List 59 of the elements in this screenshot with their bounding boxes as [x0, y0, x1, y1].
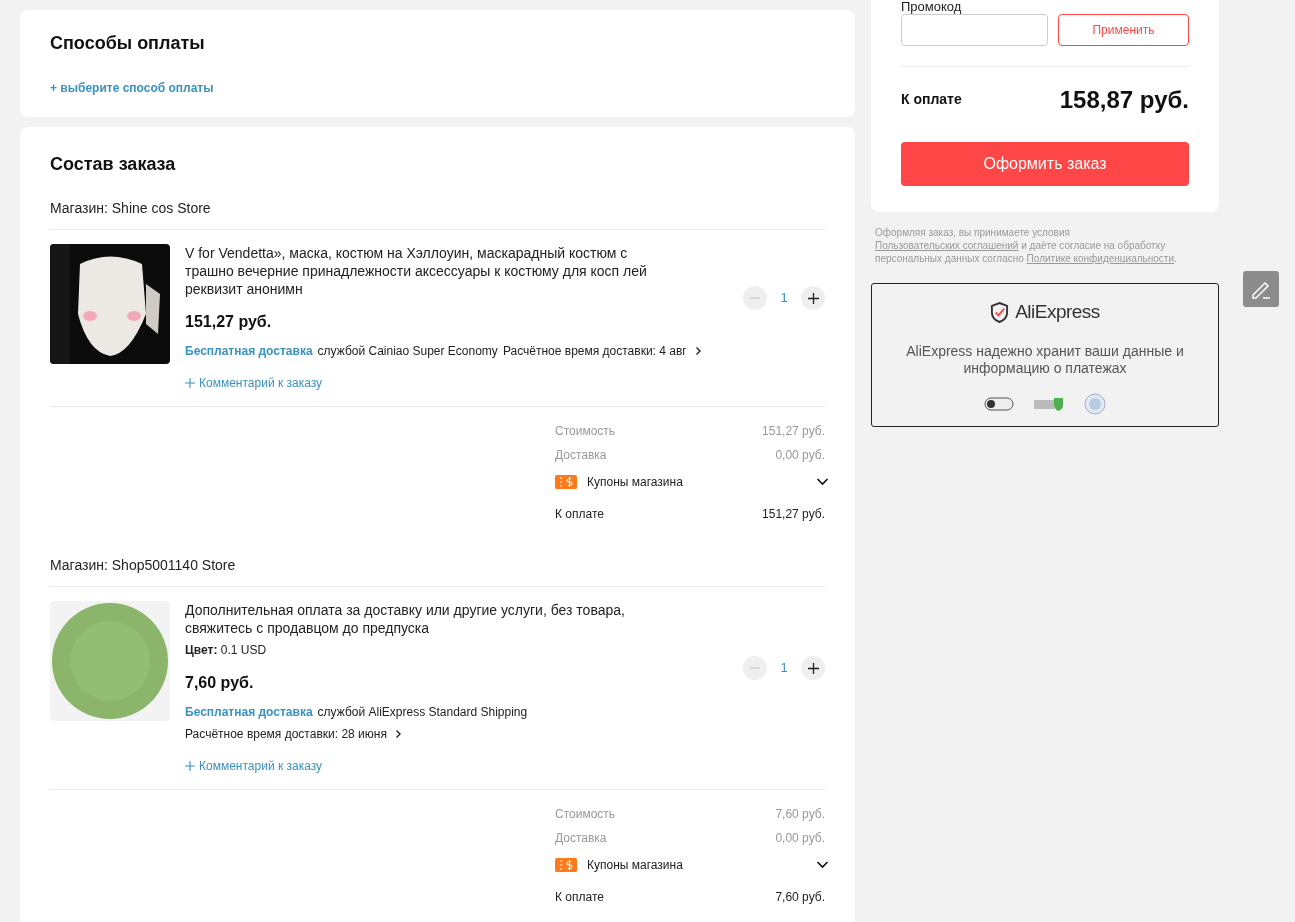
product-title[interactable]: V for Vendetta», маска, костюм на Хэллоуин, маскарадный костюм с трашно вечерние принадлежности аксессуары к костюму для косп лей реквизит анонимн	[185, 244, 665, 298]
select-payment-link[interactable]: + выберите способ оплаты	[50, 79, 214, 97]
cost-value: 151,27 руб.	[762, 423, 825, 440]
order-total-value: 7,60 руб.	[775, 889, 825, 906]
edit-button[interactable]	[1243, 271, 1279, 307]
product-option: Цвет: 0.1 USD	[185, 641, 743, 659]
plus-icon	[185, 378, 195, 388]
chevron-down-icon[interactable]	[816, 861, 829, 869]
shipping-label: Доставка	[555, 447, 607, 464]
order-total-label: К оплате	[555, 889, 604, 906]
apply-button[interactable]: Применить	[1058, 14, 1189, 46]
cost-label: Стоимость	[555, 806, 616, 823]
user-agreement-link[interactable]: Пользовательских соглашений	[875, 240, 1019, 251]
shipping-service: службой Cainiao Super Economy	[317, 343, 498, 360]
brand-name: AliExpress	[1015, 300, 1100, 324]
delivery-estimate[interactable]: Расчётное время доставки: 28 июня	[185, 725, 403, 743]
shipping-value: 0,00 руб.	[775, 447, 825, 464]
coupons-label[interactable]: Купоны магазина	[587, 473, 683, 491]
order-total-value: 151,27 руб.	[762, 506, 825, 523]
shipping-service: службой AliExpress Standard Shipping	[317, 704, 528, 721]
shield-badge-icon	[1034, 396, 1064, 411]
quantity-value: 1	[779, 289, 789, 308]
promo-field[interactable]	[901, 14, 1048, 46]
cost-value: 7,60 руб.	[775, 806, 825, 823]
product-title[interactable]: Дополнительная оплата за доставку или другие услуги, без товара, свяжитесь с продавцом до предпуска	[185, 601, 665, 637]
product-price: 151,27 руб.	[185, 312, 273, 332]
coupon-icon	[555, 858, 577, 872]
shield-check-icon	[990, 301, 1010, 323]
delivery-estimate[interactable]: Расчётное время доставки: 4 авг	[502, 342, 703, 360]
total-amount: 158,87 руб.	[1059, 84, 1189, 115]
order-total-label: К оплате	[555, 506, 604, 523]
section-title: Способы оплаты	[50, 32, 206, 55]
seal-icon	[1084, 392, 1106, 415]
order-comment-link[interactable]: Комментарий к заказу	[199, 757, 323, 775]
plus-icon	[185, 761, 195, 771]
product-price: 7,60 руб.	[185, 673, 255, 693]
coupon-icon	[555, 475, 577, 489]
badge-icon	[984, 396, 1014, 411]
section-title: Состав заказа	[50, 153, 177, 176]
increase-button[interactable]	[801, 286, 825, 310]
order-comment-link[interactable]: Комментарий к заказу	[199, 374, 323, 392]
store-name: Магазин: Shine cos Store	[50, 188, 825, 230]
plus-icon	[807, 662, 819, 674]
cost-label: Стоимость	[555, 423, 616, 440]
increase-button[interactable]	[801, 656, 825, 680]
checkout-button[interactable]: Оформить заказ	[901, 142, 1189, 186]
security-text: AliExpress надежно хранит ваши данные и информацию о платежах	[905, 342, 1185, 377]
store-name: Магазин: Shop5001140 Store	[50, 545, 825, 587]
chevron-down-icon[interactable]	[816, 478, 829, 486]
promo-label: Промокод	[901, 0, 963, 14]
free-shipping-label: Бесплатная доставка	[185, 704, 313, 721]
terms-text: Оформляя заказ, вы принимаете условия Пользовательских соглашений и даёте согласие на обработку персональных данных согласно Политике конфиденциальности.	[874, 226, 1178, 265]
shipping-value: 0,00 руб.	[775, 830, 825, 847]
plus-icon	[807, 292, 819, 304]
shipping-label: Доставка	[555, 830, 607, 847]
free-shipping-label: Бесплатная доставка	[185, 343, 313, 360]
total-label: К оплате	[901, 90, 962, 109]
quantity-value: 1	[779, 659, 789, 678]
coupons-label[interactable]: Купоны магазина	[587, 856, 683, 874]
